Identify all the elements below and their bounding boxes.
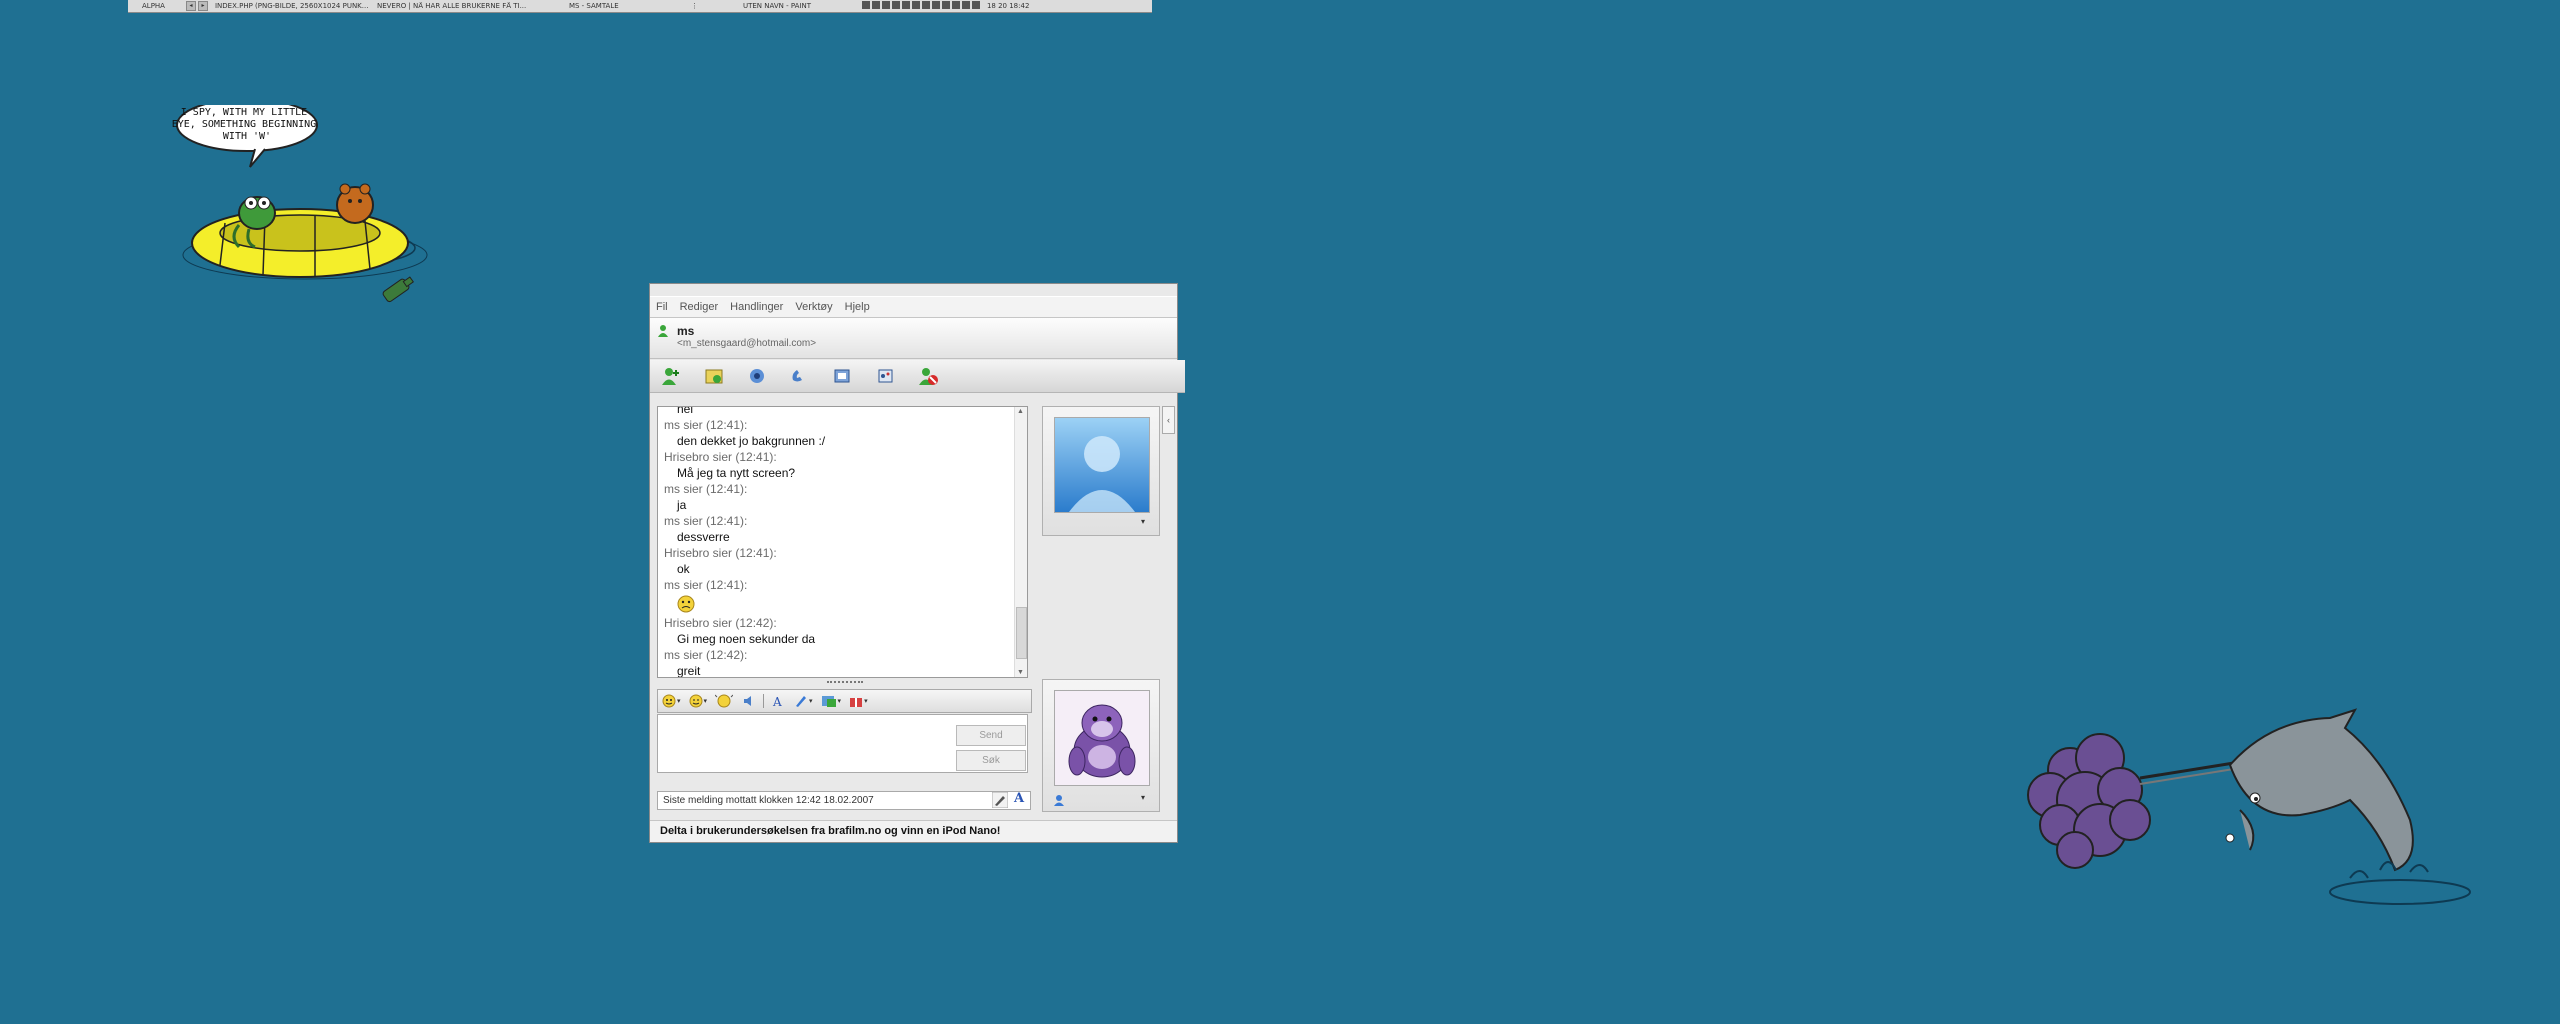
pen-icon[interactable]	[992, 792, 1008, 808]
chat-message-line: ja	[677, 498, 687, 512]
tray-icon[interactable]	[871, 1, 880, 9]
font-icon[interactable]: A	[772, 693, 786, 709]
taskbar-item-browser[interactable]: INDEX.PHP (PNG-BILDE, 2560X1024 PUNK...	[209, 2, 371, 10]
splitter-grip[interactable]	[827, 681, 863, 686]
tray-icon[interactable]	[901, 1, 910, 9]
my-display-picture-pane: ▾	[1042, 679, 1160, 812]
tray-icon[interactable]	[971, 1, 980, 9]
taskbar: ALPHA ◂ ▸ INDEX.PHP (PNG-BILDE, 2560X102…	[128, 0, 1152, 13]
send-picture-icon[interactable]: ▾	[821, 693, 841, 709]
chat-message-line: dessverre	[677, 530, 730, 544]
my-picture-menu-arrow[interactable]: ▾	[1141, 793, 1145, 802]
svg-text:A: A	[772, 695, 782, 708]
collapse-pane-arrow[interactable]: ‹	[1162, 406, 1175, 434]
taskbar-item-alpha[interactable]: ALPHA	[128, 2, 185, 10]
chat-sender-line: ms sier (12:41):	[664, 514, 748, 528]
voice-clip-icon[interactable]	[741, 693, 755, 709]
chat-lines: nei ms sier (12:41): den dekket jo bakgrun…	[664, 406, 1014, 678]
chat-message-line: greit	[677, 664, 701, 678]
chat-message-line: ok	[677, 562, 690, 576]
block-contact-icon[interactable]	[916, 364, 942, 388]
taskbar-item-msn[interactable]: MS - SAMTALE	[563, 2, 685, 10]
games-icon[interactable]	[873, 364, 899, 388]
send-button[interactable]: Send	[956, 725, 1026, 746]
buddy-status-icon	[658, 325, 668, 337]
action-toolbar	[650, 360, 1185, 393]
chat-emoticon-line	[664, 593, 1014, 615]
tray-icon[interactable]	[951, 1, 960, 9]
taskbar-clock[interactable]: 18 20 18:42	[981, 2, 1035, 10]
activities-icon[interactable]	[830, 364, 856, 388]
menu-tools[interactable]: Verktøy	[789, 301, 838, 313]
gift-icon[interactable]: ▾	[849, 693, 868, 709]
chat-message-line: nei	[677, 406, 694, 416]
chat-sender-line: Hrisebro sier (12:41):	[664, 450, 777, 464]
tray-icon[interactable]	[941, 1, 950, 9]
advertisement-banner[interactable]: Delta i brukerundersøkelsen fra brafilm.…	[650, 820, 1177, 842]
menu-edit[interactable]: Rediger	[674, 301, 725, 313]
taskbar-item-nevero[interactable]: NEVERO | NÅ HAR ALLE BRUKERNE FÅ TI...	[371, 2, 563, 10]
chat-sender-line: ms sier (12:41):	[664, 482, 748, 496]
chat-message-line: Gi meg noen sekunder da	[677, 632, 816, 646]
invite-contact-icon[interactable]	[658, 364, 684, 388]
my-status-icon[interactable]	[1053, 794, 1065, 806]
contact-display-picture[interactable]	[1054, 417, 1150, 513]
msn-conversation-window: Fil Rediger Handlinger Verktøy Hjelp ms …	[649, 283, 1185, 843]
tray-icon[interactable]	[881, 1, 890, 9]
taskbar-next-arrow[interactable]: ▸	[197, 1, 208, 11]
chat-sender-line: Hrisebro sier (12:42):	[664, 616, 777, 630]
toolbar-separator	[763, 694, 765, 708]
raft-cartoon-image: I SPY, WITH MY LITTLE EYE, SOMETHING BEG…	[172, 105, 428, 303]
background-icon[interactable]: ▾	[794, 693, 813, 709]
scroll-thumb[interactable]	[1016, 607, 1027, 659]
tray-icon[interactable]	[931, 1, 940, 9]
contact-email: <m_stensgaard@hotmail.com>	[677, 338, 817, 349]
menu-help[interactable]: Hjelp	[839, 301, 876, 313]
taskbar-prev-arrow[interactable]: ◂	[185, 1, 196, 11]
tray-icons	[861, 1, 981, 11]
wink-menu-icon[interactable]: ▾	[689, 693, 707, 709]
chat-history[interactable]: nei ms sier (12:41): den dekket jo bakgrun…	[657, 406, 1028, 678]
status-bar-text: Siste melding mottatt klokken 12:42 18.0…	[657, 791, 1031, 810]
chat-scrollbar[interactable]: ▲ ▼	[1014, 407, 1027, 677]
tray-icon[interactable]	[961, 1, 970, 9]
sad-emoticon-icon	[677, 595, 695, 613]
font-style-icon[interactable]: A	[1014, 791, 1024, 806]
taskbar-item-paint[interactable]: UTEN NAVN - PAINT	[737, 2, 861, 10]
tray-icon[interactable]	[891, 1, 900, 9]
dolphin-cartoon-image	[2027, 708, 2471, 905]
tray-icon[interactable]	[911, 1, 920, 9]
chat-sender-line: ms sier (12:41):	[664, 418, 748, 432]
scroll-down-arrow[interactable]: ▼	[1017, 669, 1024, 676]
chat-message-line: den dekket jo bakgrunnen :/	[677, 434, 826, 448]
voice-call-icon[interactable]	[787, 364, 813, 388]
menu-actions[interactable]: Handlinger	[724, 301, 789, 313]
video-call-icon[interactable]	[744, 364, 770, 388]
chat-message-line: Må jeg ta nytt screen?	[677, 466, 796, 480]
search-button[interactable]: Søk	[956, 750, 1026, 771]
format-toolbar: ▾ ▾ A ▾ ▾ ▾	[657, 689, 1032, 713]
send-file-icon[interactable]	[701, 364, 727, 388]
menu-file[interactable]: Fil	[650, 301, 674, 313]
chat-sender-line: ms sier (12:41):	[664, 578, 748, 592]
picture-menu-arrow[interactable]: ▾	[1141, 517, 1145, 526]
tray-icon[interactable]	[921, 1, 930, 9]
contact-name: ms	[677, 324, 695, 338]
chat-sender-line: ms sier (12:42):	[664, 648, 748, 662]
contact-header: ms <m_stensgaard@hotmail.com>	[650, 318, 1177, 359]
nudge-icon[interactable]	[715, 693, 734, 709]
my-display-picture[interactable]	[1054, 690, 1150, 786]
menubar: Fil Rediger Handlinger Verktøy Hjelp	[650, 296, 1177, 318]
scroll-up-arrow[interactable]: ▲	[1017, 408, 1024, 415]
emoticon-menu-icon[interactable]: ▾	[662, 693, 681, 709]
tray-icon[interactable]	[861, 1, 870, 9]
taskbar-separator-icon: ⋮	[690, 2, 698, 10]
contact-display-picture-pane: ▾	[1042, 406, 1160, 536]
chat-sender-line: Hrisebro sier (12:41):	[664, 546, 777, 560]
